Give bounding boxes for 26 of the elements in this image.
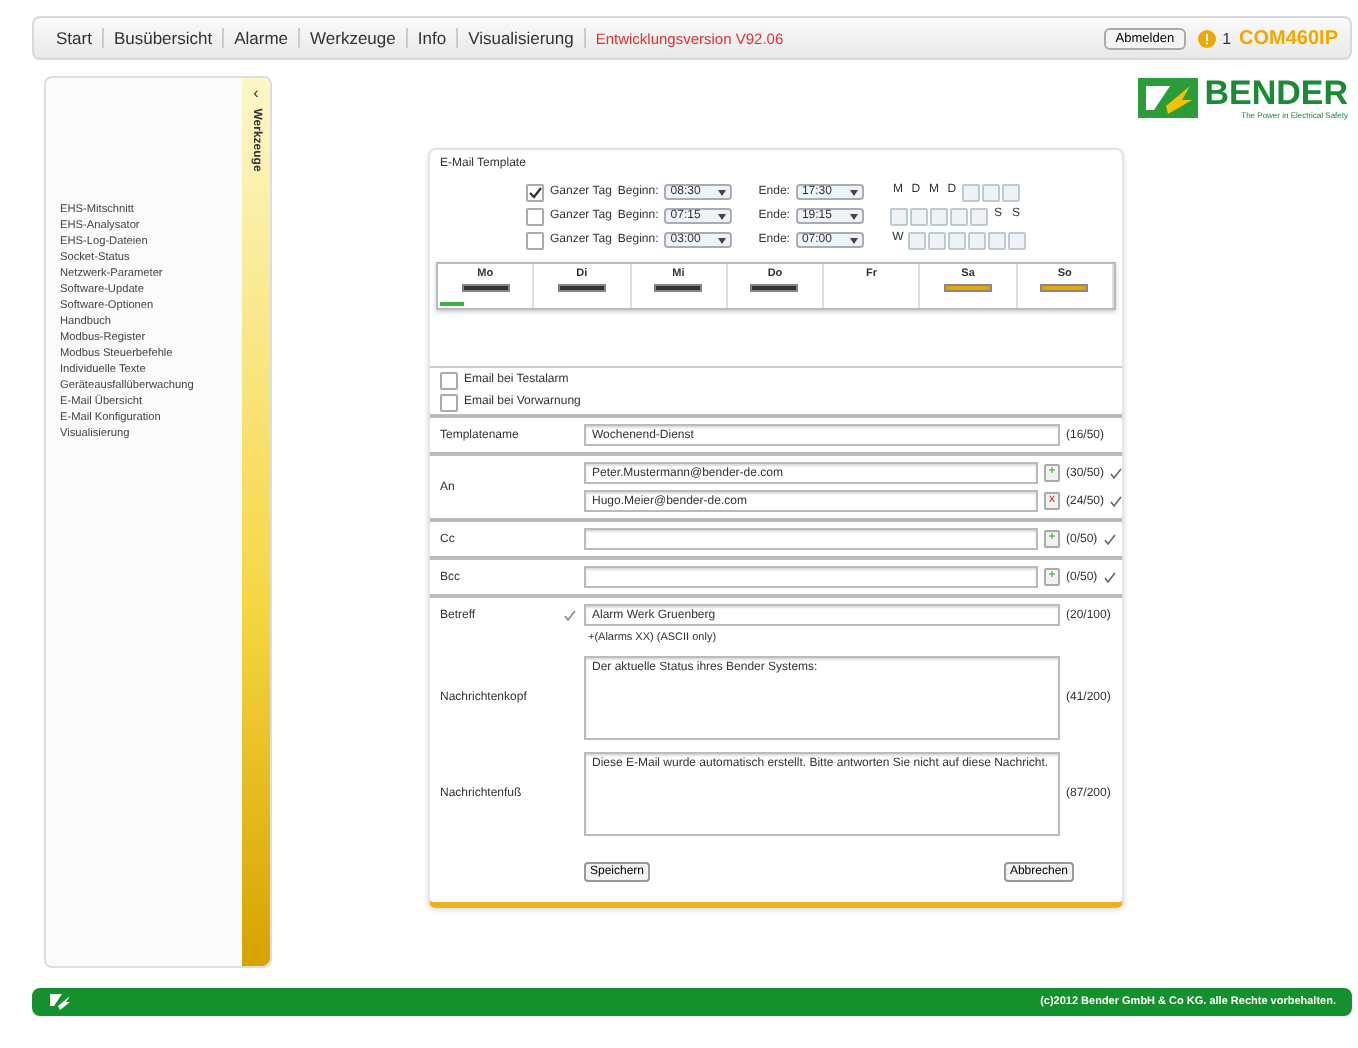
checkbox[interactable] <box>440 371 458 389</box>
collapse-arrow[interactable]: ‹ <box>253 84 259 102</box>
nav-link[interactable]: Busübersicht <box>103 28 225 48</box>
caret-icon <box>718 189 727 195</box>
caret-icon <box>849 189 858 195</box>
logo-icon <box>1138 78 1199 118</box>
checkbox[interactable] <box>526 207 544 225</box>
email-field[interactable] <box>584 528 1038 550</box>
email-field[interactable] <box>584 566 1038 588</box>
nav-link[interactable]: Start <box>46 28 104 48</box>
checkbox[interactable] <box>526 231 544 249</box>
caret-icon <box>849 237 858 243</box>
caret-icon <box>849 213 858 219</box>
alarm-icon[interactable] <box>1198 29 1217 47</box>
nav-link[interactable]: Werkzeuge <box>300 28 408 48</box>
logo-icon <box>48 992 72 1012</box>
nav-link[interactable]: Info <box>407 28 459 48</box>
logo-name: BENDER <box>1204 76 1348 110</box>
checkbox[interactable] <box>440 393 458 411</box>
nav-link[interactable]: Visualisierung <box>458 28 586 48</box>
caret-icon <box>718 237 727 243</box>
checkbox[interactable] <box>526 183 544 201</box>
nav-link[interactable]: Alarme <box>224 28 301 48</box>
caret-icon <box>718 213 727 219</box>
alarm-count: 1 <box>1222 29 1232 47</box>
device-name: COM460IP <box>1239 27 1338 49</box>
